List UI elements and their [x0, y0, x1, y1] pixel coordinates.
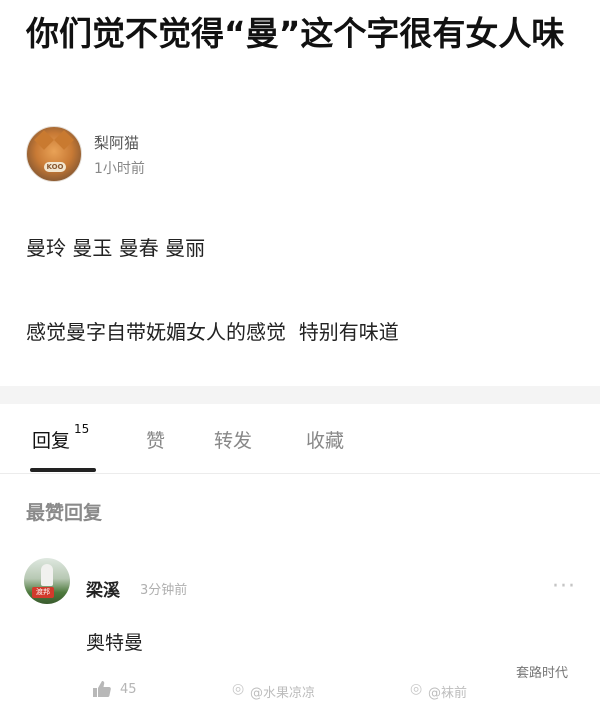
post-body-line: 曼玲 曼玉 曼春 曼丽	[26, 236, 206, 260]
avatar-figure	[41, 564, 53, 586]
section-divider	[0, 386, 600, 404]
tab-reposts[interactable]: 转发	[214, 426, 252, 453]
avatar-tag: 渡邦	[32, 587, 54, 598]
like-count: 45	[120, 682, 137, 697]
author-row[interactable]: KOO 梨阿猫 1小时前	[26, 126, 326, 186]
weibo-watermark-icon: ◎	[232, 681, 245, 697]
tab-favorites[interactable]: 收藏	[306, 426, 344, 453]
post-time: 1小时前	[94, 161, 145, 177]
post-title: 你们觉不觉得“曼”这个字很有女人味	[26, 14, 565, 53]
watermark: 套路时代	[516, 666, 569, 681]
tab-bar: 回复15 赞 转发 收藏	[0, 404, 600, 474]
commenter-avatar[interactable]: 渡邦	[24, 558, 70, 604]
avatar-badge: KOO	[44, 162, 66, 172]
tab-likes[interactable]: 赞	[146, 426, 165, 453]
cat-ear-left	[34, 130, 54, 150]
section-header: 最赞回复	[26, 502, 103, 524]
more-dots-icon[interactable]: ···	[552, 574, 576, 599]
thumbs-up-icon[interactable]	[92, 680, 112, 698]
reply-count: 15	[74, 422, 90, 436]
cat-ear-right	[54, 130, 74, 150]
active-tab-indicator	[30, 468, 96, 472]
author-avatar[interactable]: KOO	[26, 126, 82, 182]
post-body-line: 感觉曼字自带妩媚女人的感觉 特别有味道	[26, 320, 399, 344]
weibo-watermark-icon: ◎	[410, 681, 423, 697]
watermark: @袜前	[428, 686, 468, 701]
comment-time: 3分钟前	[140, 583, 188, 598]
watermark: @水果凉凉	[250, 686, 316, 701]
tab-replies[interactable]: 回复15	[32, 422, 89, 453]
comment-text: 奥特曼	[86, 632, 144, 654]
tab-label: 回复	[32, 430, 71, 452]
author-name[interactable]: 梨阿猫	[94, 132, 139, 153]
commenter-name[interactable]: 梁溪	[86, 576, 120, 601]
